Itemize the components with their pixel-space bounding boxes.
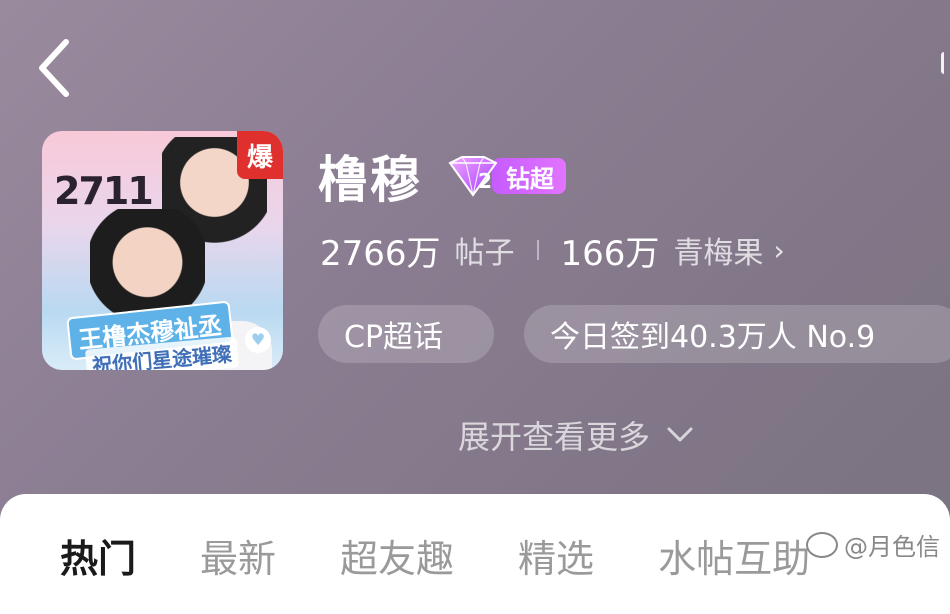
tab-featured[interactable]: 精选 [518,528,594,583]
expand-label: 展开查看更多 [458,418,651,456]
tab-hot[interactable]: 热门 [60,528,136,583]
level-badge[interactable]: 2 钻超 [444,155,576,197]
diamond-icon: 2 [444,155,502,197]
posts-label: 帖子 [454,236,515,271]
stats-divider [536,240,539,260]
level-label: 钻超 [492,158,566,194]
chevron-right-icon: › [773,233,785,267]
heart-icon: ♥ [245,327,271,353]
watermark-text: @月色信 [844,533,940,561]
topic-title: 橹穆 [318,151,422,209]
chevron-left-icon [39,39,69,97]
back-button[interactable] [34,38,74,98]
tab-fun[interactable]: 超友趣 [340,528,454,583]
fans-count: 166万 [560,233,660,274]
topic-stats[interactable]: 2766万 帖子 166万 青梅果 › [320,228,785,274]
chevron-down-icon [667,427,693,442]
weibo-logo-icon [806,531,838,558]
tab-latest[interactable]: 最新 [200,528,276,583]
tab-water[interactable]: 水帖互助 [658,528,810,583]
posts-count: 2766万 [320,233,441,274]
expand-more-button[interactable]: 展开查看更多 [458,412,694,458]
hot-badge: 爆 [237,131,283,179]
more-icon-edge[interactable] [941,52,950,74]
cover-count: 2711 [54,169,154,213]
chip-checkin[interactable]: 今日签到40.3万人 No.9 [524,305,950,363]
fans-label: 青梅果 [673,236,764,271]
topic-cover[interactable]: 2711 爆 王橹杰穆祉丞 祝你们星途璀璨 ♥ [42,131,283,370]
tab-bar: 热门 最新 超友趣 精选 水帖互助 [60,528,874,583]
level-number: 2 [478,169,492,193]
watermark: @月色信 [806,527,940,562]
chip-topic-type[interactable]: CP超话 [318,305,494,363]
